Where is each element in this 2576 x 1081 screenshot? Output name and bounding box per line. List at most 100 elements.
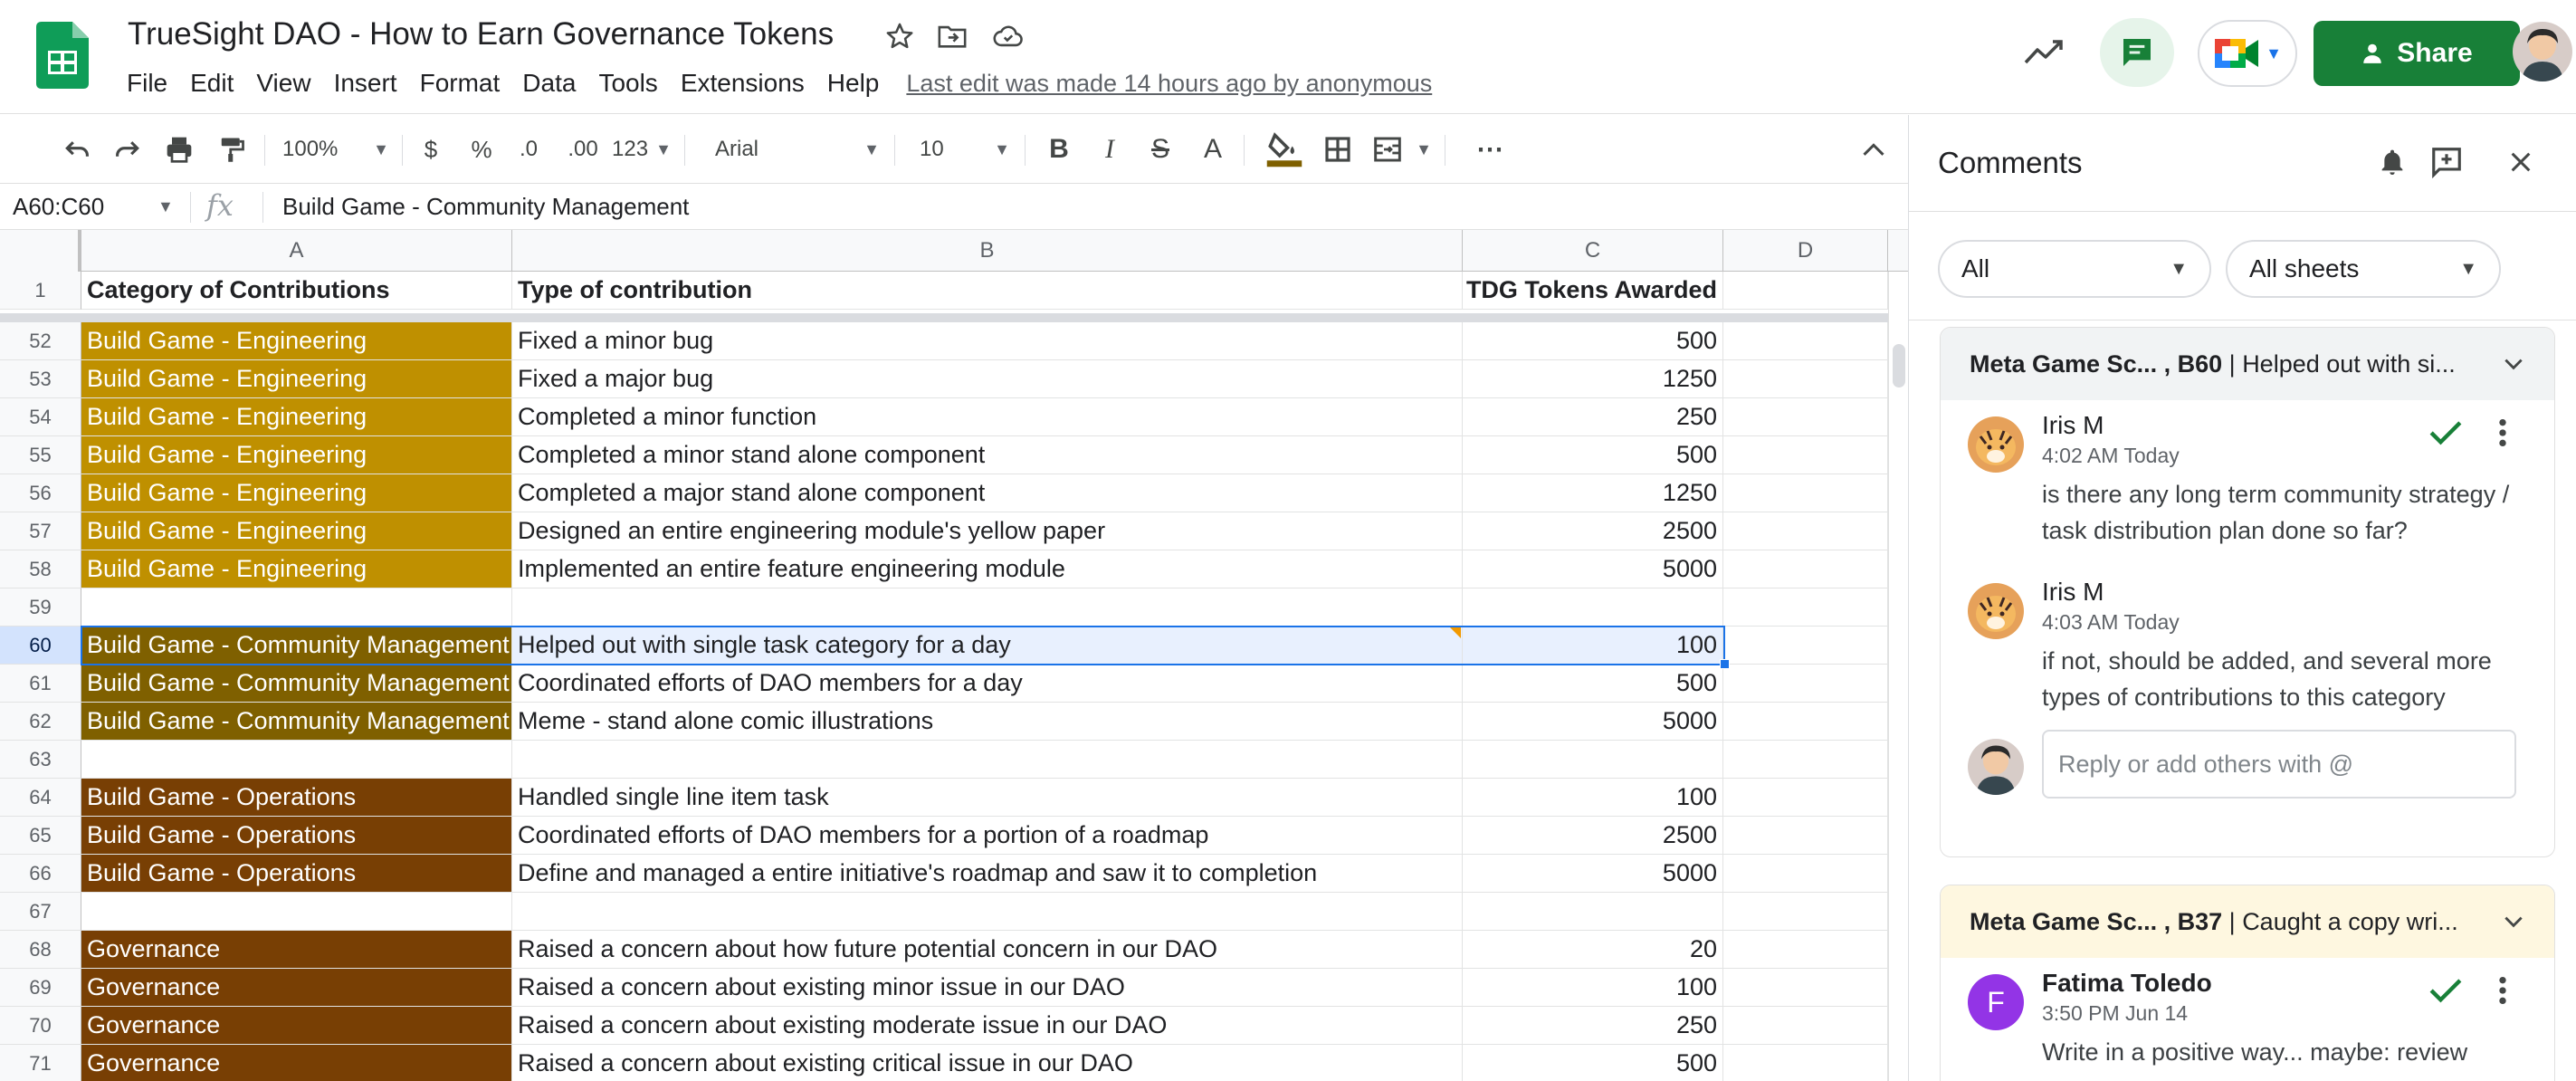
redo-icon[interactable] xyxy=(107,129,147,169)
cell-contribution-type[interactable]: Helped out with single task category for… xyxy=(512,627,1463,665)
zoom-select[interactable]: 100% ▼ xyxy=(282,129,389,169)
name-box[interactable]: A60:C60 xyxy=(13,193,104,221)
user-avatar[interactable] xyxy=(2513,22,2572,81)
notification-bell-icon[interactable] xyxy=(2371,140,2414,184)
menu-file[interactable]: File xyxy=(127,69,167,98)
cell-tokens-awarded[interactable]: 500 xyxy=(1463,665,1723,703)
fill-handle[interactable] xyxy=(1720,659,1730,669)
format-currency-button[interactable]: $ xyxy=(415,129,447,169)
row-number[interactable]: 68 xyxy=(0,931,81,969)
cell-contribution-type[interactable] xyxy=(512,588,1463,627)
cell-category[interactable]: Build Game - Engineering xyxy=(81,512,512,550)
print-icon[interactable] xyxy=(159,129,199,169)
cell-tokens-awarded[interactable]: 2500 xyxy=(1463,512,1723,550)
cell-tokens-awarded[interactable]: 100 xyxy=(1463,779,1723,817)
cell-tokens-awarded[interactable]: 5000 xyxy=(1463,550,1723,588)
column-header-d[interactable]: D xyxy=(1723,230,1888,272)
cell-category[interactable]: Build Game - Community Management xyxy=(81,703,512,741)
cell-tokens-awarded[interactable] xyxy=(1463,741,1723,779)
cell-contribution-type[interactable] xyxy=(512,893,1463,931)
strikethrough-button[interactable]: S xyxy=(1144,129,1177,169)
row-number[interactable]: 66 xyxy=(0,855,81,893)
more-vert-icon[interactable] xyxy=(2489,972,2516,1009)
cell-category[interactable]: Build Game - Operations xyxy=(81,817,512,855)
cell-tokens-awarded[interactable]: 100 xyxy=(1463,969,1723,1007)
cell[interactable] xyxy=(1723,474,1888,512)
cell-category[interactable]: Build Game - Engineering xyxy=(81,474,512,512)
sheets-logo-icon[interactable] xyxy=(36,22,89,89)
cell-category[interactable]: Governance xyxy=(81,1045,512,1081)
cell[interactable] xyxy=(1723,703,1888,741)
cell-contribution-type[interactable]: Completed a minor function xyxy=(512,398,1463,436)
font-select[interactable]: Arial ▼ xyxy=(715,129,880,169)
cell-tokens-awarded[interactable]: 500 xyxy=(1463,322,1723,360)
share-button[interactable]: Share xyxy=(2314,21,2520,86)
cell[interactable] xyxy=(1723,855,1888,893)
paint-format-icon[interactable] xyxy=(212,129,252,169)
sheet-filter-select[interactable]: All sheets ▼ xyxy=(2226,240,2501,298)
chevron-down-icon[interactable]: ▼ xyxy=(157,197,174,216)
cell[interactable] xyxy=(1723,665,1888,703)
cell[interactable] xyxy=(1723,360,1888,398)
cell-category[interactable]: Build Game - Engineering xyxy=(81,550,512,588)
row-number[interactable]: 70 xyxy=(0,1007,81,1045)
cell[interactable] xyxy=(1723,817,1888,855)
cell-category[interactable]: Build Game - Operations xyxy=(81,779,512,817)
row-number[interactable]: 67 xyxy=(0,893,81,931)
bold-button[interactable]: B xyxy=(1043,129,1075,169)
cell-contribution-type[interactable]: Fixed a major bug xyxy=(512,360,1463,398)
cloud-saved-icon[interactable] xyxy=(990,18,1026,54)
cell-contribution-type[interactable]: Raised a concern about existing critical… xyxy=(512,1045,1463,1081)
cell-category[interactable]: Build Game - Engineering xyxy=(81,322,512,360)
collapse-menu-icon[interactable] xyxy=(1856,129,1892,169)
cell-contribution-type[interactable]: Designed an entire engineering module's … xyxy=(512,512,1463,550)
header-cell-type[interactable]: Type of contribution xyxy=(512,272,1463,310)
cell[interactable] xyxy=(1723,893,1888,931)
column-header-b[interactable]: B xyxy=(512,230,1463,272)
formula-input[interactable]: Build Game - Community Management xyxy=(282,193,689,221)
comment-indicator[interactable] xyxy=(1450,627,1461,638)
cell[interactable] xyxy=(1723,588,1888,627)
cell-category[interactable]: Governance xyxy=(81,1007,512,1045)
activity-dashboard-icon[interactable] xyxy=(2020,33,2067,72)
cell-category[interactable]: Build Game - Community Management xyxy=(81,627,512,665)
cell-contribution-type[interactable]: Raised a concern about existing minor is… xyxy=(512,969,1463,1007)
chevron-down-icon[interactable] xyxy=(2502,914,2525,930)
row-number[interactable]: 61 xyxy=(0,665,81,703)
star-icon[interactable] xyxy=(882,18,918,54)
comment-thread[interactable]: Meta Game Sc... , B37 | Caught a copy wr… xyxy=(1940,885,2555,1081)
menu-extensions[interactable]: Extensions xyxy=(681,69,805,98)
row-number[interactable]: 60 xyxy=(0,627,81,665)
cell-tokens-awarded[interactable]: 100 xyxy=(1463,627,1723,665)
row-number[interactable]: 71 xyxy=(0,1045,81,1081)
row-number[interactable]: 57 xyxy=(0,512,81,550)
cell-tokens-awarded[interactable] xyxy=(1463,588,1723,627)
cell-tokens-awarded[interactable]: 500 xyxy=(1463,1045,1723,1081)
cell[interactable] xyxy=(1723,272,1888,310)
menu-edit[interactable]: Edit xyxy=(190,69,234,98)
cell[interactable] xyxy=(1723,322,1888,360)
more-options-icon[interactable]: ⋯ xyxy=(1472,129,1508,169)
scrollbar-thumb[interactable] xyxy=(1893,344,1905,387)
cell-contribution-type[interactable]: Completed a major stand alone component xyxy=(512,474,1463,512)
row-number[interactable]: 59 xyxy=(0,588,81,627)
font-size-select[interactable]: 10 ▼ xyxy=(920,129,1010,169)
cell-contribution-type[interactable]: Define and managed a entire initiative's… xyxy=(512,855,1463,893)
cell-category[interactable] xyxy=(81,588,512,627)
cell-tokens-awarded[interactable]: 1250 xyxy=(1463,474,1723,512)
row-number[interactable]: 55 xyxy=(0,436,81,474)
row-number[interactable]: 56 xyxy=(0,474,81,512)
move-to-folder-icon[interactable] xyxy=(934,18,970,54)
decrease-decimal-button[interactable]: .0 xyxy=(510,129,547,169)
cell-category[interactable]: Governance xyxy=(81,931,512,969)
increase-decimal-button[interactable]: .00 xyxy=(561,129,605,169)
cell-tokens-awarded[interactable]: 5000 xyxy=(1463,703,1723,741)
close-icon[interactable] xyxy=(2499,140,2543,184)
row-number[interactable]: 52 xyxy=(0,322,81,360)
frozen-row-divider[interactable] xyxy=(0,313,1888,322)
cell-category[interactable]: Governance xyxy=(81,969,512,1007)
cell-tokens-awarded[interactable]: 250 xyxy=(1463,1007,1723,1045)
cell-contribution-type[interactable]: Meme - stand alone comic illustrations xyxy=(512,703,1463,741)
meet-button[interactable]: ▼ xyxy=(2198,20,2297,87)
document-title[interactable]: TrueSight DAO - How to Earn Governance T… xyxy=(128,16,834,53)
